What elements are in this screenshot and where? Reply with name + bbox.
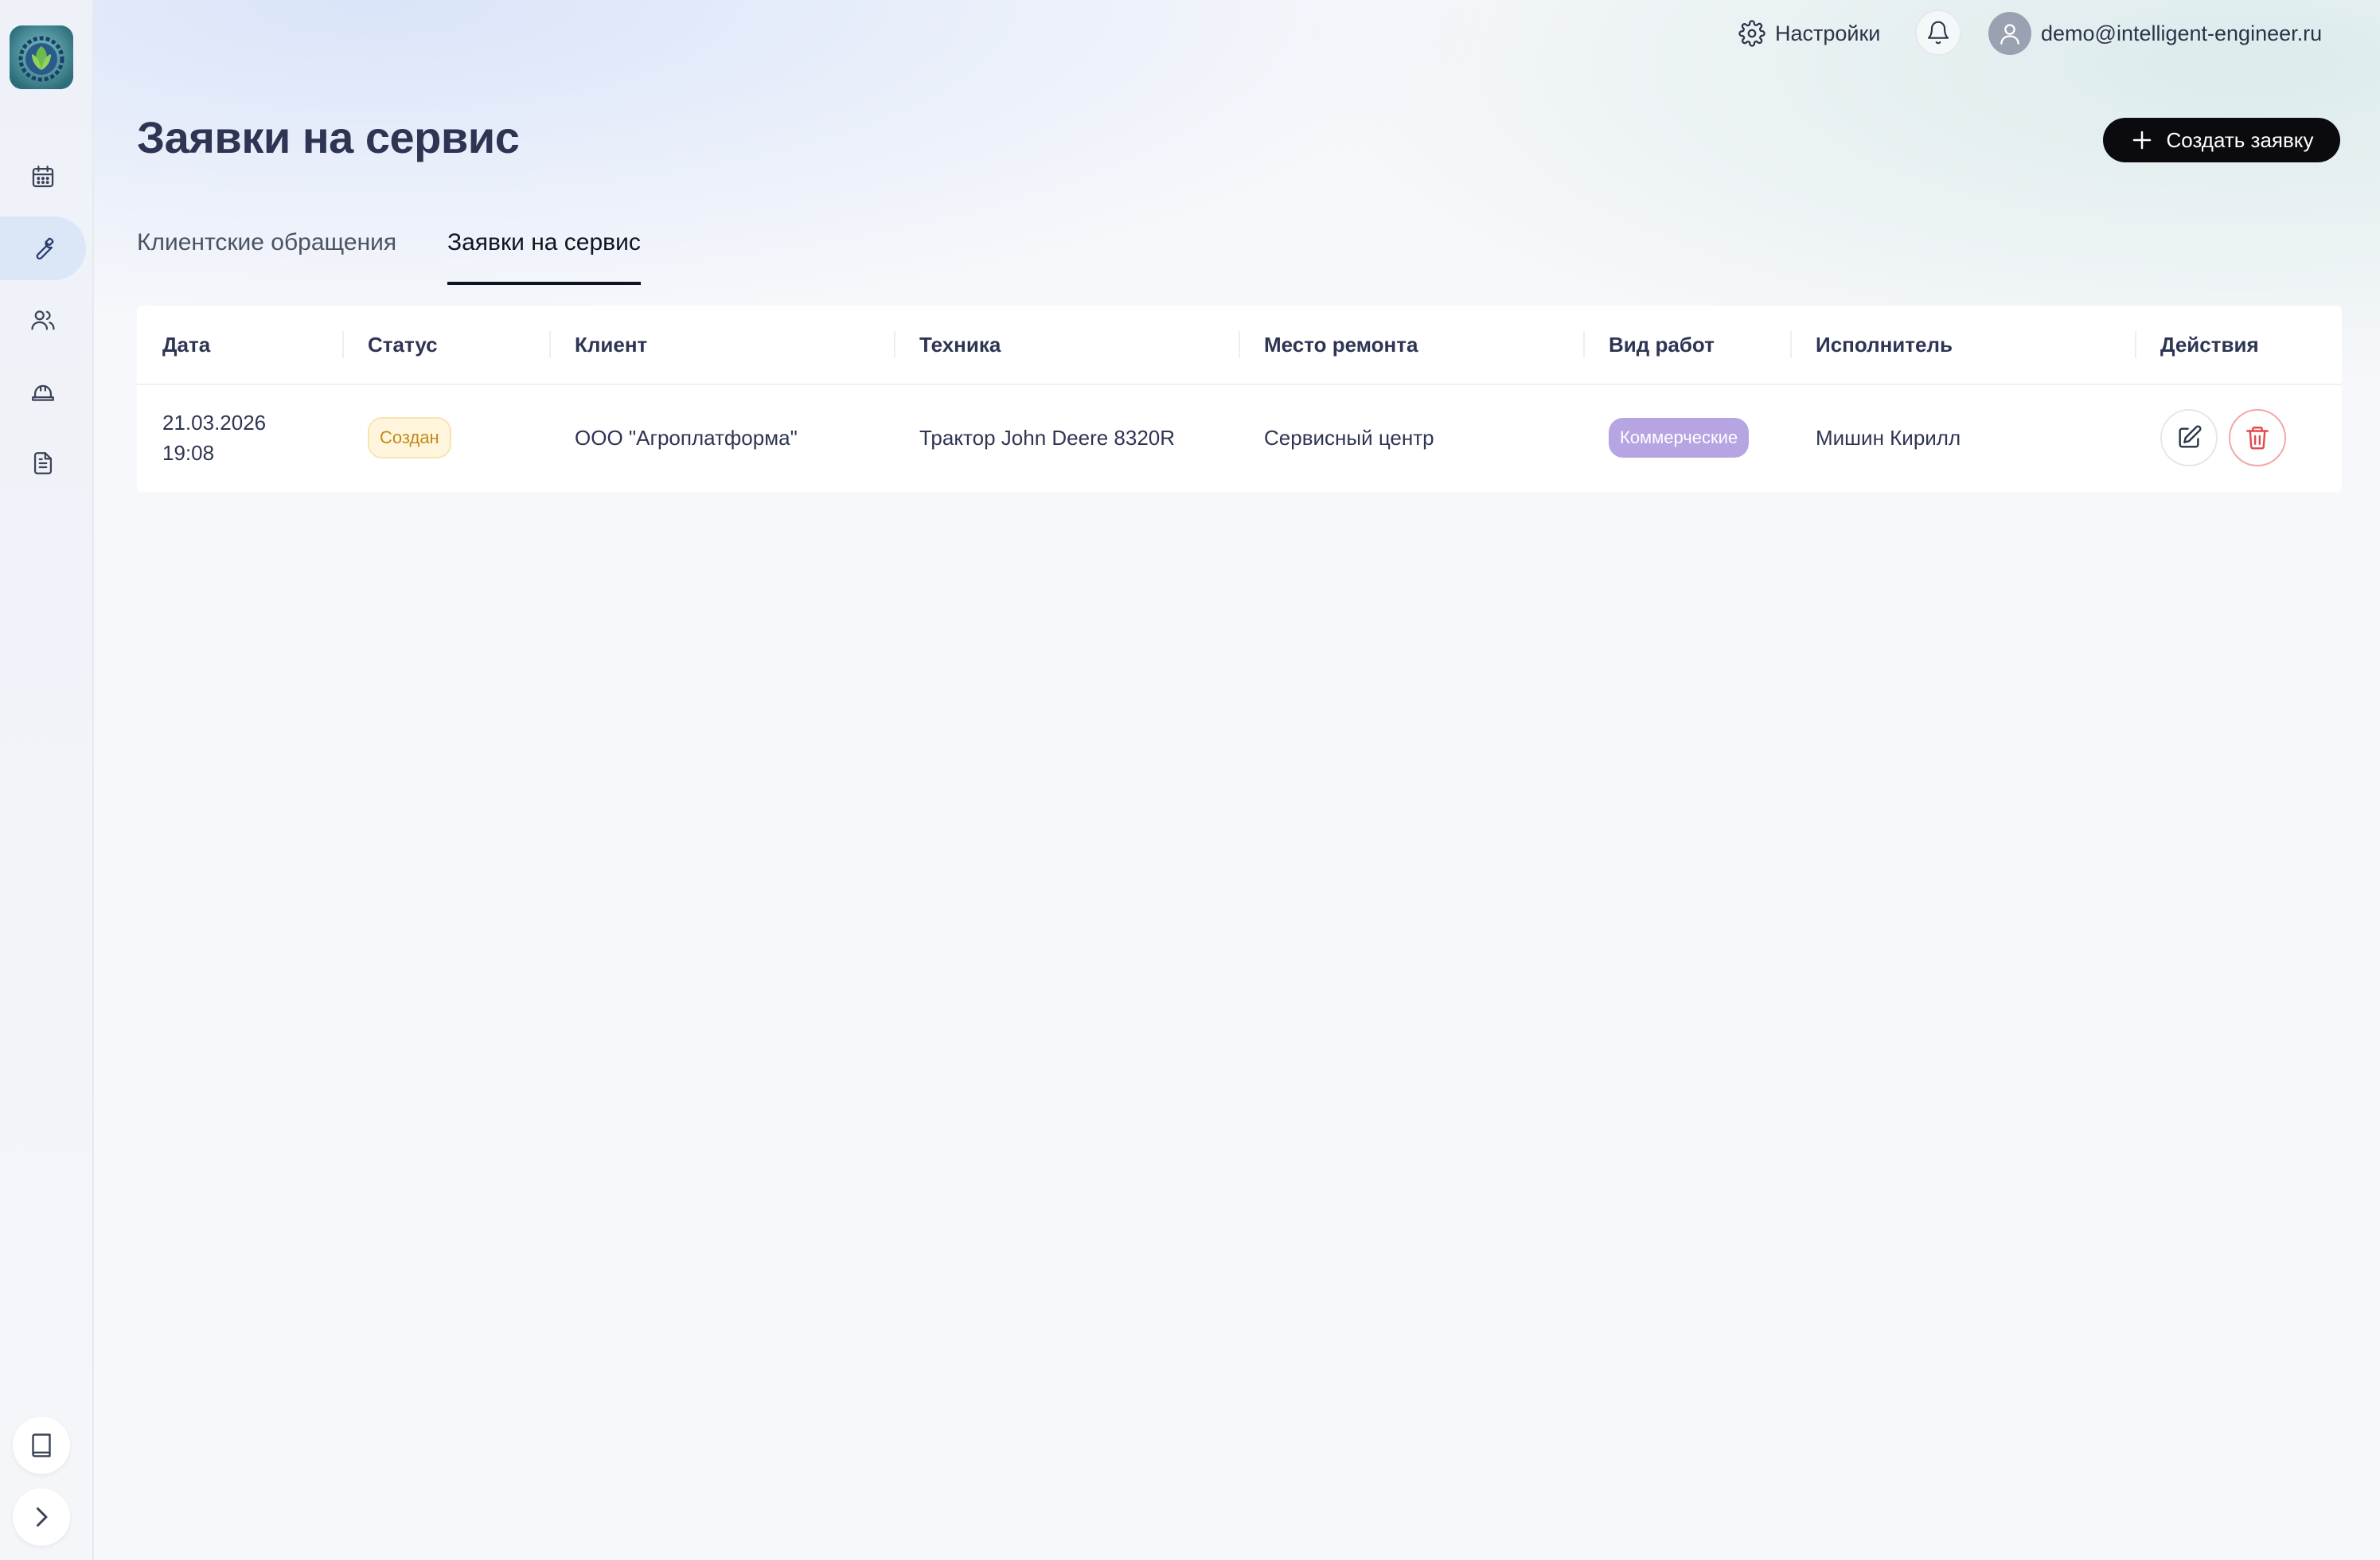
cell-client: ООО "Агроплатформа" <box>575 426 798 450</box>
settings-label: Настройки <box>1775 21 1881 45</box>
hard-hat-icon <box>32 384 54 401</box>
column-header-actions: Действия <box>2160 332 2259 357</box>
tab-client-requests[interactable]: Клиентские обращения <box>137 223 396 282</box>
column-header-executor[interactable]: Исполнитель <box>1790 306 2135 384</box>
page-title: Заявки на сервис <box>137 112 520 162</box>
column-header-work-type[interactable]: Вид работ <box>1583 306 1790 384</box>
cell-equipment: Трактор John Deere 8320R <box>919 426 1176 450</box>
cell-status: Создан <box>342 384 549 492</box>
cell-work-type: Коммерческие <box>1583 384 1790 492</box>
sidebar-item-service[interactable] <box>0 216 86 280</box>
tab-service-requests[interactable]: Заявки на сервис <box>447 223 641 285</box>
column-header-equipment[interactable]: Техника <box>894 306 1239 384</box>
wrench-icon <box>36 237 54 260</box>
sidebar-item-clients[interactable] <box>0 288 86 352</box>
cell-executor: Мишин Кирилл <box>1816 426 1961 450</box>
edit-button[interactable] <box>2160 409 2218 466</box>
date-value: 21.03.2026 <box>162 411 267 435</box>
create-request-button[interactable]: Создать заявку <box>2103 118 2340 162</box>
column-header-repair-location[interactable]: Место ремонта <box>1239 306 1583 384</box>
sidebar <box>0 0 94 1560</box>
sidebar-item-engineers[interactable] <box>0 360 86 423</box>
user-icon <box>2000 24 2019 45</box>
gear-icon <box>1738 20 1765 47</box>
column-header-date[interactable]: Дата <box>137 306 342 384</box>
create-request-label: Создать заявку <box>2166 127 2314 152</box>
column-header-status[interactable]: Статус <box>342 306 549 384</box>
sidebar-expand-button[interactable] <box>13 1488 70 1546</box>
column-header-client[interactable]: Клиент <box>549 306 894 384</box>
settings-link[interactable]: Настройки <box>1738 18 1880 49</box>
main-content: Настройки demo@intelligent-engineer.ru З… <box>94 0 2380 1560</box>
plus-icon <box>2132 131 2151 150</box>
cell-actions <box>2135 384 2342 492</box>
service-requests-table: Дата Статус Клиент Техника Место ремонта… <box>137 306 2342 492</box>
time-value: 19:08 <box>162 441 215 465</box>
status-badge: Создан <box>368 417 451 458</box>
user-menu[interactable]: demo@intelligent-engineer.ru <box>1988 11 2322 56</box>
calendar-icon <box>32 166 54 188</box>
table-row[interactable]: 21.03.2026 19:08 Создан ООО "Агроплатфор… <box>137 384 2342 492</box>
avatar <box>1988 12 2031 55</box>
bell-icon <box>1927 21 1949 45</box>
table-header: Дата Статус Клиент Техника Место ремонта… <box>137 306 2342 385</box>
edit-icon <box>2179 425 2202 448</box>
user-email: demo@intelligent-engineer.ru <box>2041 21 2323 45</box>
book-icon <box>32 1433 51 1457</box>
work-type-badge: Коммерческие <box>1609 418 1750 458</box>
app-logo[interactable] <box>10 25 73 89</box>
cell-repair-location: Сервисный центр <box>1264 426 1434 450</box>
sidebar-item-documents[interactable] <box>0 431 86 495</box>
chevron-right-icon <box>37 1507 48 1527</box>
trash-icon <box>2246 427 2269 450</box>
notifications-button[interactable] <box>1915 10 1961 56</box>
users-icon <box>31 310 55 330</box>
sidebar-item-calendar[interactable] <box>0 145 86 209</box>
cell-date: 21.03.2026 19:08 <box>137 384 342 492</box>
document-icon <box>33 452 53 474</box>
docs-book-button[interactable] <box>13 1417 70 1474</box>
delete-button[interactable] <box>2229 409 2286 466</box>
